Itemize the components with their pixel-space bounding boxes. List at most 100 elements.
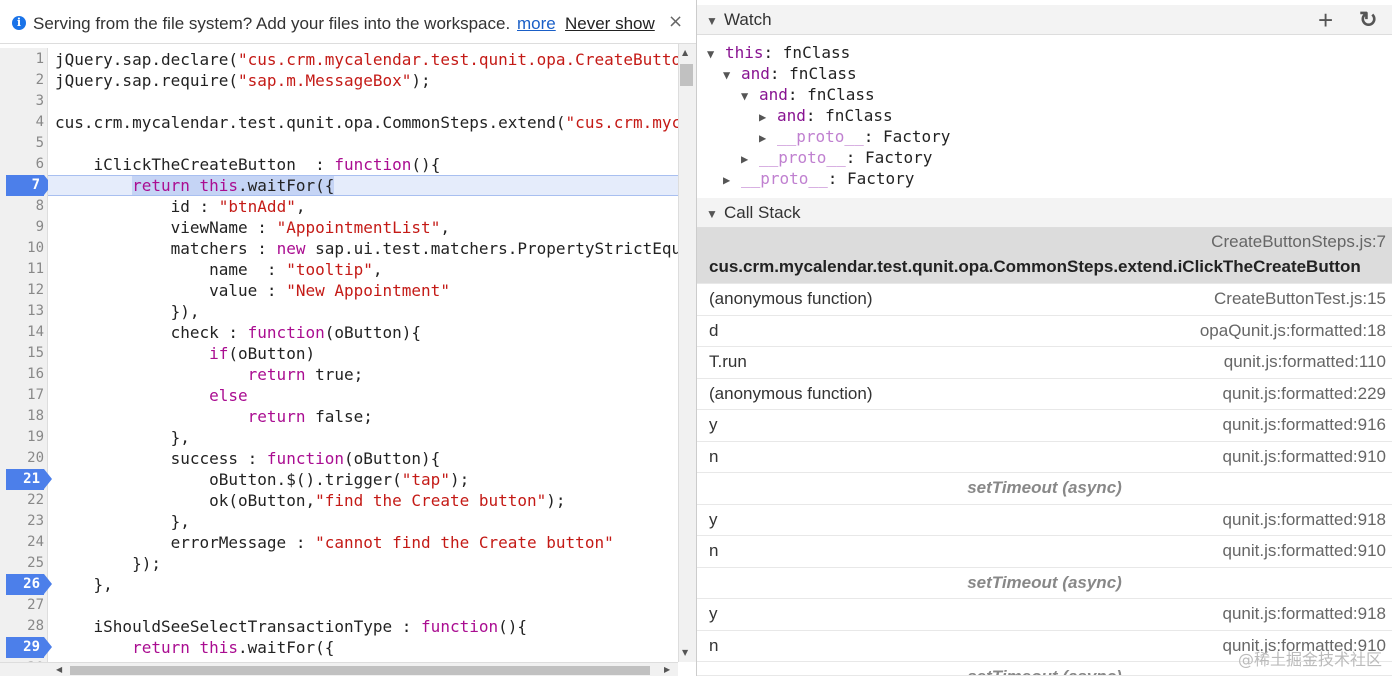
line-number[interactable]: 22 — [0, 490, 44, 511]
sources-editor-pane: i Serving from the file system? Add your… — [0, 0, 696, 676]
watch-row[interactable]: ▶ __proto__: Factory — [759, 126, 950, 147]
breakpoint-marker[interactable]: 29 — [6, 637, 52, 658]
scroll-down-icon[interactable]: ▼ — [682, 648, 688, 657]
watch-row[interactable]: ▶ __proto__: Factory — [741, 147, 932, 168]
info-icon: i — [12, 16, 26, 30]
expand-down-icon[interactable]: ▼ — [707, 44, 725, 65]
call-frame-function: cus.crm.mycalendar.test.qunit.opa.Common… — [709, 257, 1361, 276]
call-frame-selected[interactable]: CreateButtonSteps.js:7 cus.crm.mycalenda… — [697, 228, 1392, 284]
code-line: }, — [55, 428, 190, 447]
horizontal-scroll-thumb[interactable] — [70, 666, 650, 675]
vertical-scroll-thumb[interactable] — [680, 64, 693, 86]
breakpoint-marker[interactable]: 7 — [6, 175, 52, 196]
call-frame[interactable]: d opaQunit.js:formatted:18 — [697, 316, 1392, 347]
call-frame[interactable]: (anonymous function) qunit.js:formatted:2… — [697, 379, 1392, 410]
code-line: jQuery.sap.declare("cus.crm.mycalendar.t… — [55, 50, 678, 69]
infobar-message: Serving from the file system? Add your f… — [33, 14, 511, 33]
code-line: success : function(oButton){ — [55, 449, 441, 468]
vertical-scrollbar[interactable] — [678, 44, 696, 662]
line-number[interactable]: 19 — [0, 427, 44, 448]
scroll-right-icon[interactable]: ▶ — [664, 665, 670, 674]
call-frame[interactable]: T.run qunit.js:formatted:110 — [697, 347, 1392, 379]
watermark: @稀土掘金技术社区 — [1237, 650, 1382, 669]
breakpoint-marker[interactable]: 21 — [6, 469, 52, 490]
line-number[interactable]: 4 — [0, 112, 44, 133]
line-number[interactable]: 1 — [0, 49, 44, 70]
code-line: value : "New Appointment" — [55, 281, 450, 300]
line-number[interactable]: 6 — [0, 154, 44, 175]
line-number[interactable]: 23 — [0, 511, 44, 532]
line-number[interactable]: 13 — [0, 301, 44, 322]
code-line: }); — [55, 554, 161, 573]
line-number[interactable]: 14 — [0, 322, 44, 343]
line-number[interactable]: 20 — [0, 448, 44, 469]
line-number[interactable]: 17 — [0, 385, 44, 406]
code-line: check : function(oButton){ — [55, 323, 422, 342]
collapse-triangle-icon[interactable]: ▼ — [706, 207, 718, 221]
watch-row[interactable]: ▶ and: fnClass — [759, 105, 893, 126]
code-line: return false; — [247, 407, 373, 426]
line-number[interactable]: 5 — [0, 133, 44, 154]
code-line: id : "btnAdd", — [55, 197, 306, 216]
line-number-gutter[interactable]: 1 2 3 4 5 6 7 8 9 10 11 12 13 14 15 16 1… — [0, 48, 52, 676]
scroll-left-icon[interactable]: ◀ — [56, 665, 62, 674]
line-number[interactable]: 16 — [0, 364, 44, 385]
code-line: errorMessage : "cannot find the Create b… — [55, 533, 614, 552]
workspace-infobar: i Serving from the file system? Add your… — [0, 0, 696, 44]
code-line: ok(oButton,"find the Create button"); — [55, 491, 566, 510]
watch-row[interactable]: ▼ this: fnClass — [707, 42, 850, 63]
never-show-link[interactable]: Never show — [565, 14, 655, 34]
call-frame-location[interactable]: CreateButtonSteps.js:7 — [1211, 232, 1386, 252]
code-line: iShouldSeeSelectTransactionType : functi… — [55, 617, 528, 636]
line-number[interactable]: 3 — [0, 91, 44, 112]
code-line: }), — [55, 302, 200, 321]
line-number[interactable]: 18 — [0, 406, 44, 427]
code-line: iClickTheCreateButton : function(){ — [55, 155, 441, 174]
code-line: viewName : "AppointmentList", — [55, 218, 450, 237]
line-number[interactable]: 15 — [0, 343, 44, 364]
line-number[interactable]: 27 — [0, 595, 44, 616]
expand-right-icon[interactable]: ▶ — [759, 107, 777, 128]
watch-row[interactable]: ▼ and: fnClass — [723, 63, 857, 84]
expand-down-icon[interactable]: ▼ — [723, 65, 741, 86]
call-frame[interactable]: n qunit.js:formatted:910 — [697, 536, 1392, 568]
call-frame[interactable]: (anonymous function) CreateButtonTest.js:… — [697, 284, 1392, 316]
async-separator: setTimeout (async) — [697, 568, 1392, 599]
refresh-icon[interactable]: ↻ — [1359, 7, 1377, 33]
code-line: matchers : new sap.ui.test.matchers.Prop… — [55, 239, 678, 258]
collapse-triangle-icon[interactable]: ▼ — [706, 14, 718, 28]
code-line: else — [209, 386, 248, 405]
call-frame[interactable]: y qunit.js:formatted:916 — [697, 410, 1392, 442]
line-number[interactable]: 8 — [0, 196, 44, 217]
call-frame[interactable]: y qunit.js:formatted:918 — [697, 505, 1392, 536]
line-number[interactable]: 11 — [0, 259, 44, 280]
line-number[interactable]: 12 — [0, 280, 44, 301]
expand-down-icon[interactable]: ▼ — [741, 86, 759, 107]
more-link[interactable]: more — [517, 14, 556, 34]
line-number[interactable]: 24 — [0, 532, 44, 553]
call-stack-title: Call Stack — [724, 203, 801, 222]
breakpoint-marker[interactable]: 26 — [6, 574, 52, 595]
async-separator: setTimeout (async) — [697, 473, 1392, 505]
call-frame[interactable]: y qunit.js:formatted:918 — [697, 599, 1392, 631]
line-number[interactable]: 9 — [0, 217, 44, 238]
watch-title: Watch — [724, 10, 772, 29]
line-number[interactable]: 25 — [0, 553, 44, 574]
expand-right-icon[interactable]: ▶ — [759, 128, 777, 149]
add-watch-icon[interactable]: + — [1318, 5, 1333, 36]
code-line: }, — [55, 512, 190, 531]
code-editor[interactable]: 1 2 3 4 5 6 7 8 9 10 11 12 13 14 15 16 1… — [0, 48, 678, 676]
watch-header[interactable]: ▼ Watch + ↻ — [697, 5, 1392, 35]
watch-row[interactable]: ▼ and: fnClass — [741, 84, 875, 105]
line-number[interactable]: 28 — [0, 616, 44, 637]
call-frame[interactable]: n qunit.js:formatted:910 — [697, 442, 1392, 473]
scroll-up-icon[interactable]: ▲ — [682, 48, 688, 57]
watch-row[interactable]: ▶ __proto__: Factory — [723, 168, 914, 189]
expand-right-icon[interactable]: ▶ — [741, 149, 759, 170]
call-stack-header[interactable]: ▼ Call Stack — [697, 198, 1392, 228]
line-number[interactable]: 10 — [0, 238, 44, 259]
code-line: name : "tooltip", — [55, 260, 383, 279]
line-number[interactable]: 2 — [0, 70, 44, 91]
close-icon[interactable]: × — [668, 11, 683, 32]
expand-right-icon[interactable]: ▶ — [723, 170, 741, 191]
